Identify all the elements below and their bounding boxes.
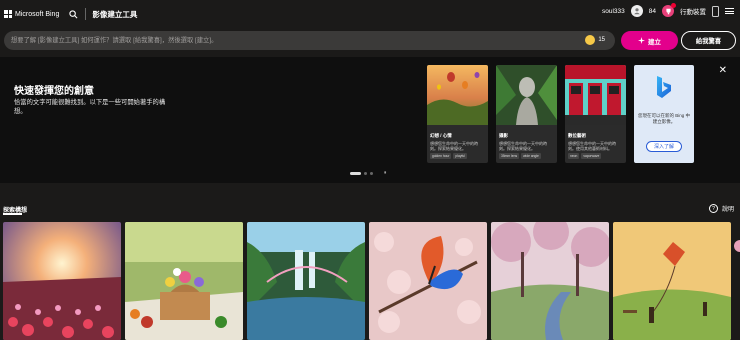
card-image-balloons (427, 65, 488, 125)
username[interactable]: soul333 (602, 8, 625, 15)
mobile-label[interactable]: 行動裝置 (680, 6, 706, 16)
card-image-arcade (565, 65, 626, 125)
app-title[interactable]: 影像建立工具 (92, 9, 137, 20)
brand-label: Microsoft Bing (15, 10, 60, 18)
carousel-dot[interactable] (350, 171, 361, 175)
boost-coin-icon (585, 35, 596, 45)
notification-dot (671, 3, 676, 8)
prompt-row: 15 建立 給我驚喜 (4, 31, 736, 50)
prompt-box: 15 (4, 31, 615, 50)
header-divider (85, 8, 87, 20)
gallery-image-kite[interactable] (613, 222, 731, 340)
card-desc: 想想您生命中的一天中的時刻。探索結果優化。 (499, 141, 547, 151)
create-button[interactable]: 建立 (621, 31, 678, 50)
rewards-points[interactable]: 84 (649, 8, 656, 15)
prompt-input[interactable] (11, 31, 571, 50)
idea-card[interactable]: 數位藝術 想想您生命中的一天中的時刻。使用其他藝術材料。 neon vaporwa… (565, 65, 626, 163)
carousel-dot[interactable] (370, 171, 373, 175)
hero-subtitle: 恰當的文字可能很難找到。以下是一些可開始著手的構想。 (14, 99, 166, 115)
card-tag[interactable]: wide angle (521, 153, 541, 159)
hamburger-menu-icon[interactable] (725, 8, 734, 14)
search-icon[interactable] (67, 8, 79, 20)
bing-logo-icon (657, 76, 671, 98)
rewards-trophy-icon[interactable] (662, 3, 676, 17)
avatar[interactable] (630, 5, 643, 17)
close-icon[interactable]: ✕ (719, 65, 727, 76)
create-label: 建立 (648, 38, 661, 46)
card-tag[interactable]: 35mm lens (499, 153, 520, 159)
carousel-dot[interactable] (364, 171, 367, 175)
gallery-image-tulips[interactable] (3, 222, 121, 340)
idea-card[interactable]: 攝影 想想您生命中的一天中的時刻。探索結果優化。 35mm lens wide a… (496, 65, 557, 163)
card-tag[interactable]: neon (568, 153, 580, 159)
explore-gallery (3, 222, 731, 340)
gallery-image-butterfly[interactable] (369, 222, 487, 340)
bing-logo[interactable]: Microsoft Bing (4, 10, 59, 18)
surprise-me-button[interactable]: 給我驚喜 (681, 31, 736, 50)
card-title: 攝影 (499, 133, 508, 138)
boost-count: 15 (598, 37, 605, 43)
idea-cards: 幻想 / 心情 想想您生命中的一天中的時刻。探索結果優化。 golden hou… (427, 65, 694, 163)
idea-panel: 快速發揮您的創意 恰當的文字可能很難找到。以下是一些可開始著手的構想。 幻想 /… (0, 57, 740, 183)
boost-counter[interactable]: 15 (585, 35, 605, 45)
card-image-statue (496, 65, 557, 125)
card-desc: 想想您生命中的一天中的時刻。使用其他藝術材料。 (568, 141, 616, 151)
top-bar: Microsoft Bing 影像建立工具 soul333 84 行動裝置 (0, 0, 740, 28)
gallery-image-picnic[interactable] (125, 222, 243, 340)
create-sparkle-icon (638, 37, 645, 44)
card-tag[interactable]: vaporwave (581, 153, 602, 159)
phone-icon[interactable] (712, 5, 719, 17)
surprise-label: 給我驚喜 (695, 38, 722, 45)
hero-title: 快速發揮您的創意 (14, 86, 94, 97)
card-title: 數位藝術 (568, 133, 586, 138)
card-title: 幻想 / 心情 (430, 133, 452, 138)
card-tag[interactable]: playful (453, 153, 467, 159)
card-tag[interactable]: golden hour (430, 153, 452, 159)
help-label: 說明 (721, 207, 734, 213)
side-feedback-tab[interactable] (734, 240, 740, 252)
gallery-image-cherry-path[interactable] (491, 222, 609, 340)
help-button[interactable]: ? 說明 (708, 204, 734, 213)
explore-tab-underline (3, 213, 22, 215)
gallery-image-waterfall[interactable] (247, 222, 365, 340)
carousel-dots: ⏸ (350, 170, 387, 176)
header-right: soul333 84 行動裝置 (602, 3, 734, 17)
promo-text: 您現在可以在新的 Bing 中建立影像。 (638, 113, 691, 124)
pause-icon[interactable]: ⏸ (384, 170, 387, 176)
learn-more-button[interactable]: 深入了解 (646, 141, 682, 152)
bing-promo-card: 您現在可以在新的 Bing 中建立影像。 深入了解 (634, 65, 694, 163)
card-desc: 想想您生命中的一天中的時刻。探索結果優化。 (430, 141, 478, 151)
microsoft-logo-icon (4, 10, 12, 18)
help-icon: ? (708, 204, 718, 213)
idea-card[interactable]: 幻想 / 心情 想想您生命中的一天中的時刻。探索結果優化。 golden hou… (427, 65, 488, 163)
